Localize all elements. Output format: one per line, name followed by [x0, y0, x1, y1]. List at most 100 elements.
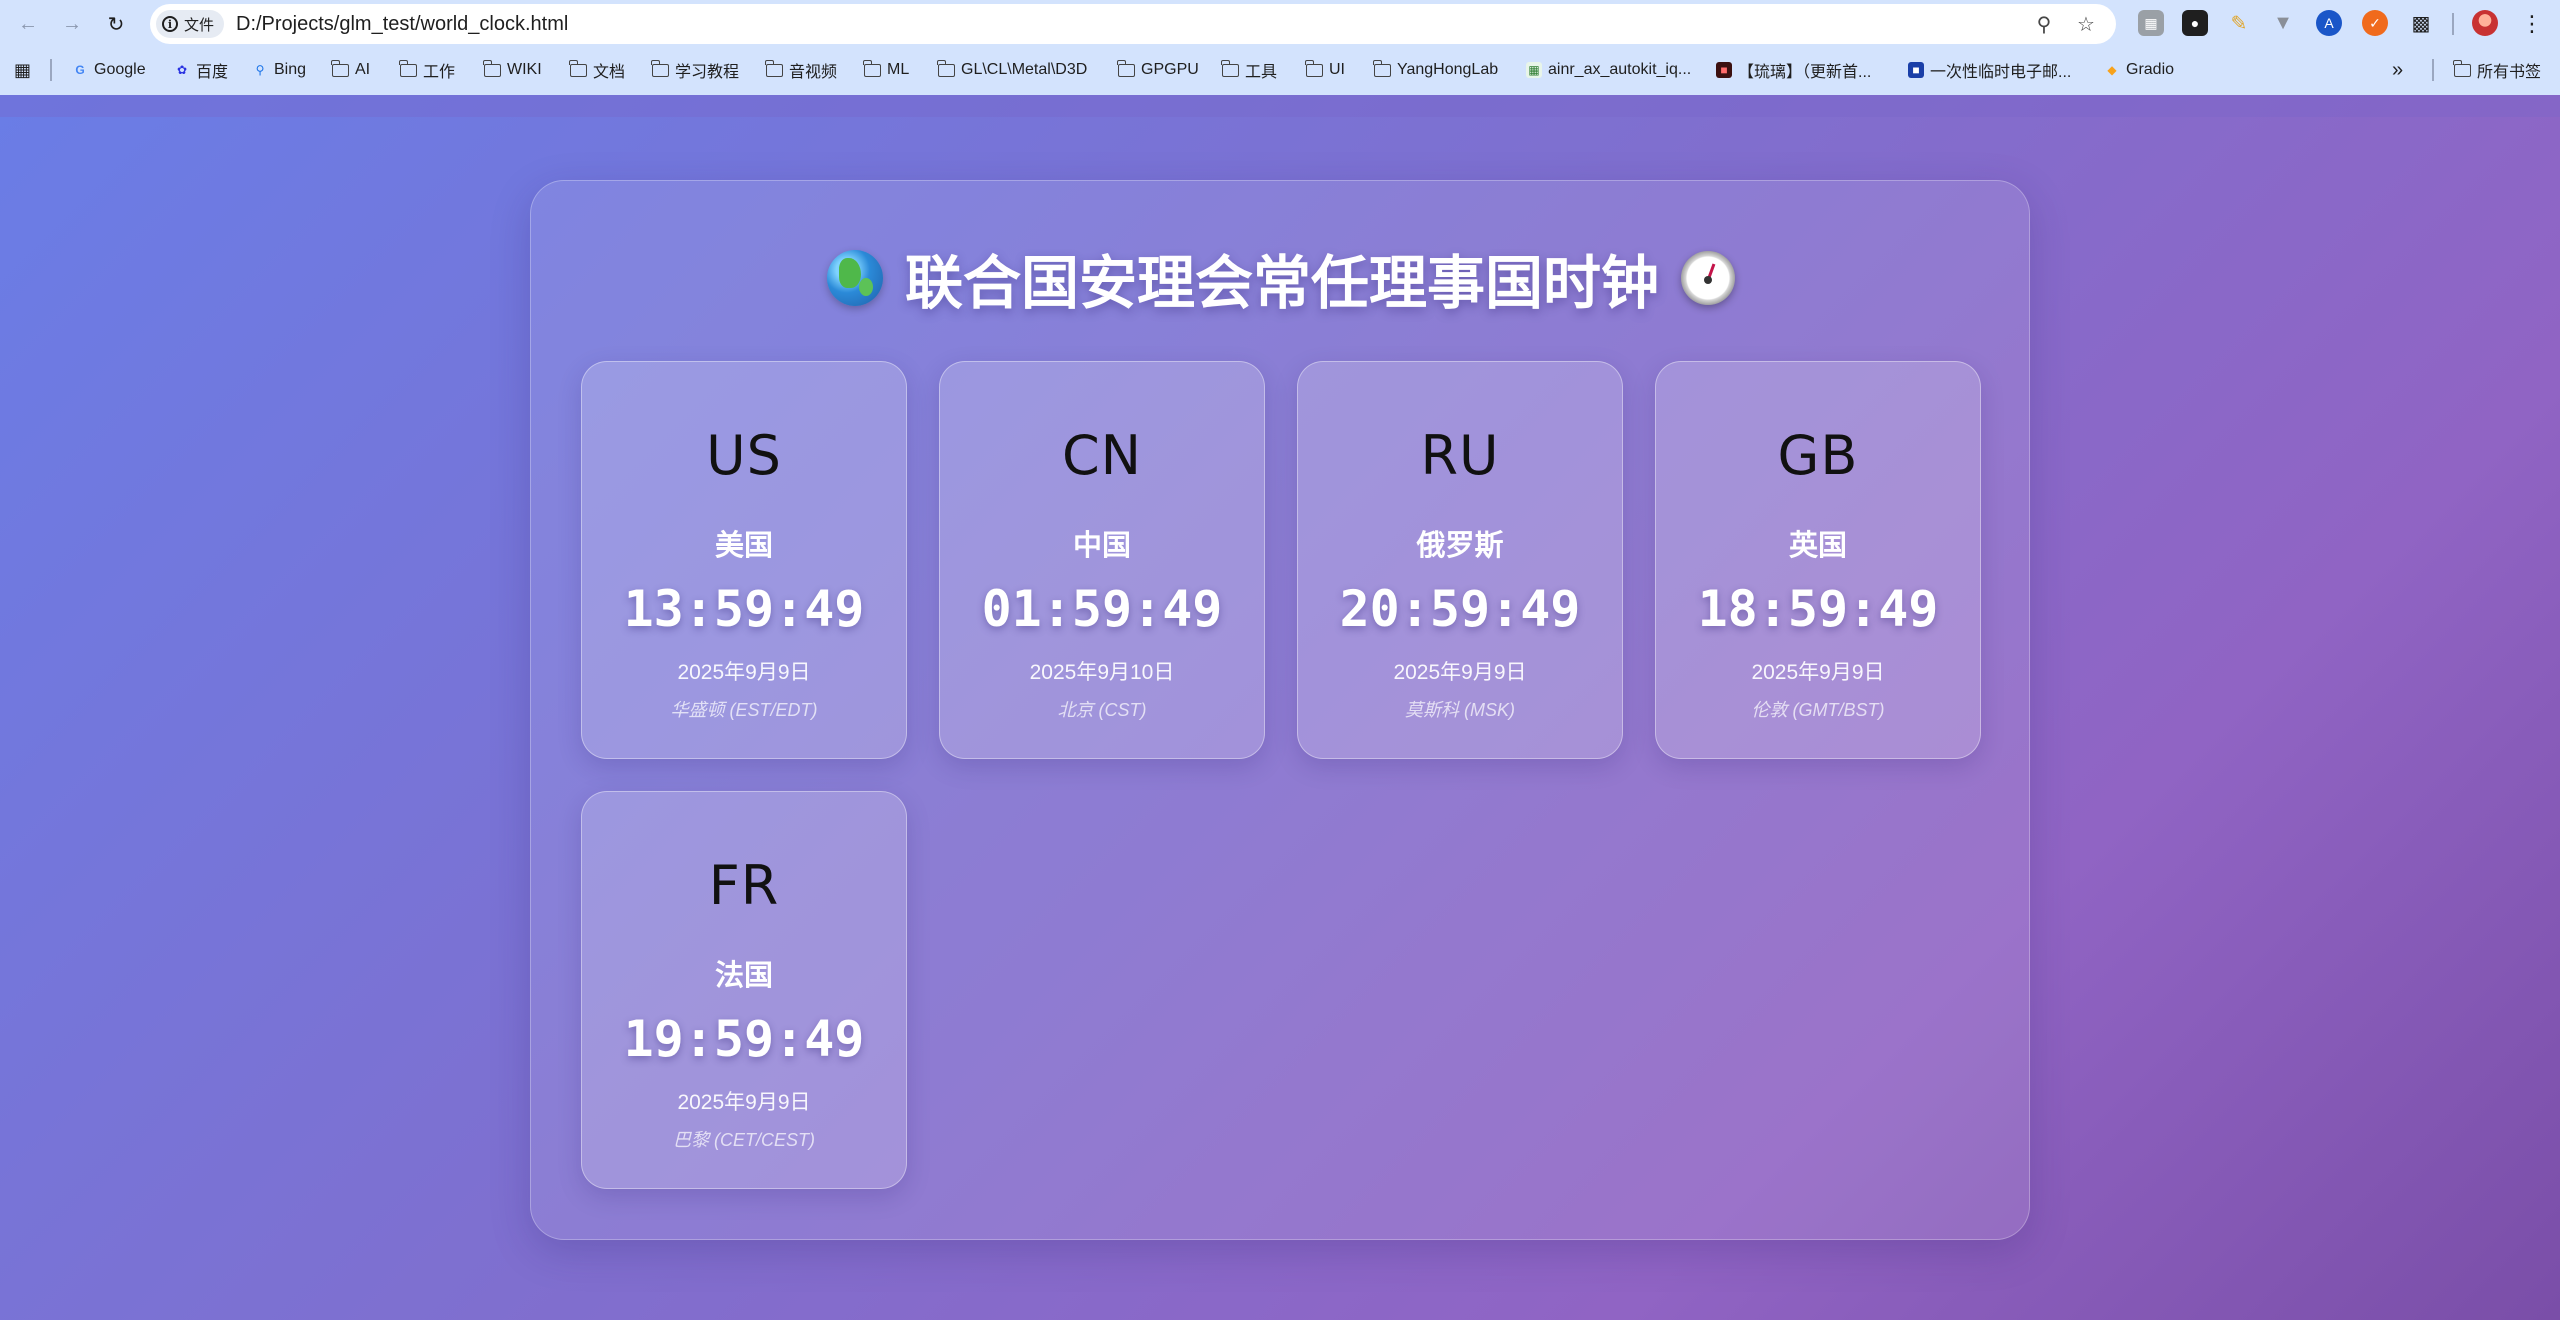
country-code: GB — [1777, 424, 1859, 487]
bookmark-label: 工作 — [423, 64, 456, 81]
timezone-label: 巴黎 (CET/CEST) — [673, 1130, 815, 1150]
url-text[interactable]: D:/Projects/glm_test/world_clock.html — [236, 13, 568, 36]
bing-icon: ⚲ — [255, 63, 265, 77]
folder-icon — [399, 59, 417, 77]
clock-date: 2025年9月9日 — [677, 661, 811, 684]
bookmark-folder[interactable]: YangHongLab — [1373, 56, 1499, 84]
bookmark-folder[interactable]: GL\CL\Metal\D3D — [937, 56, 1087, 84]
site-icon: ■ — [1908, 62, 1924, 78]
bookmark-label: 学习教程 — [675, 64, 740, 81]
country-name: 俄罗斯 — [1416, 530, 1504, 562]
bookmark-label: UI — [1329, 61, 1345, 78]
clock-date: 2025年9月10日 — [1029, 661, 1175, 684]
timezone-label: 莫斯科 (MSK) — [1405, 700, 1515, 720]
arrow-right-icon: → — [62, 12, 82, 35]
bookmark-item[interactable]: ✿ 百度 — [174, 56, 228, 84]
folder-icon — [1117, 59, 1135, 77]
extension-brush-icon[interactable]: ✎ — [2226, 10, 2252, 36]
bookmark-folder[interactable]: 文档 — [569, 56, 626, 84]
bookmark-label: YangHongLab — [1397, 61, 1499, 78]
reload-button[interactable]: ↻ — [100, 8, 132, 40]
toolbar-divider — [2452, 13, 2454, 35]
folder-icon — [1221, 59, 1239, 77]
bookmark-label: 【琉璃】（更新首... — [1738, 64, 1872, 81]
browser-menu-button[interactable]: ⋮ — [2520, 8, 2544, 40]
bookmark-folder[interactable]: GPGPU — [1117, 56, 1199, 84]
bookmark-item[interactable]: ◆ Gradio — [2104, 56, 2174, 84]
all-bookmarks-folder[interactable]: 所有书签 — [2453, 56, 2542, 84]
page-viewport: 联合国安理会常任理事国时钟 US 美国 13:59:49 2025年9月9日 华… — [0, 95, 2560, 1320]
more-bookmarks-button[interactable]: » — [2392, 56, 2403, 84]
browser-toolbar: ← → ↻ i 文件 D:/Projects/glm_test/world_cl… — [0, 0, 2560, 48]
timezone-label: 北京 (CST) — [1057, 700, 1147, 720]
bookmark-label: 文档 — [593, 64, 626, 81]
bookmark-item[interactable]: ▦ ainr_ax_autokit_iq... — [1526, 56, 1691, 84]
extension-image-icon[interactable]: ▦ — [2138, 10, 2164, 36]
bookmark-label: AI — [355, 61, 371, 78]
bookmark-folder[interactable]: 学习教程 — [651, 56, 740, 84]
forward-button[interactable]: → — [56, 8, 88, 40]
bookmark-label: GPGPU — [1141, 61, 1199, 78]
bookmark-item[interactable]: ■ 【琉璃】（更新首... — [1716, 56, 1871, 84]
bookmark-folder[interactable]: AI — [331, 56, 371, 84]
clock-time: 18:59:49 — [1697, 580, 1939, 638]
page-title-text: 联合国安理会常任理事国时钟 — [904, 251, 1659, 316]
site-icon: ■ — [1716, 62, 1732, 78]
baidu-icon: ✿ — [176, 63, 188, 77]
country-code: US — [706, 424, 782, 487]
bookmark-label: 工具 — [1245, 64, 1278, 81]
bookmark-folder[interactable]: WIKI — [483, 56, 542, 84]
extensions-puzzle-icon[interactable]: ▩ — [2408, 10, 2434, 36]
gradio-icon: ◆ — [2107, 63, 2117, 77]
bookmark-item[interactable]: G Google — [72, 56, 146, 84]
clock-card-fr: FR 法国 19:59:49 2025年9月9日 巴黎 (CET/CEST) — [581, 791, 907, 1189]
clock-time: 19:59:49 — [623, 1010, 865, 1068]
folder-icon — [863, 59, 881, 77]
google-icon: G — [75, 63, 85, 77]
folder-icon — [2453, 59, 2471, 77]
country-name: 中国 — [1072, 530, 1131, 562]
bookmark-label: Google — [94, 61, 146, 78]
clock-card-cn: CN 中国 01:59:49 2025年9月10日 北京 (CST) — [939, 361, 1265, 759]
folder-icon — [1373, 59, 1391, 77]
apps-grid-icon: ▦ — [14, 59, 32, 80]
extension-game-icon[interactable]: ● — [2182, 10, 2208, 36]
extension-orange-icon[interactable]: ✓ — [2362, 10, 2388, 36]
clock-time: 20:59:49 — [1339, 580, 1581, 638]
address-bar[interactable]: i 文件 D:/Projects/glm_test/world_clock.ht… — [150, 4, 2116, 44]
country-code: RU — [1420, 424, 1500, 487]
bookmark-folder[interactable]: 音视频 — [765, 56, 838, 84]
bookmark-label: Bing — [274, 61, 307, 78]
folder-icon — [765, 59, 783, 77]
page-top-band — [0, 95, 2560, 117]
avatar[interactable] — [2472, 10, 2498, 36]
country-code: CN — [1061, 424, 1143, 487]
clock-date: 2025年9月9日 — [1393, 661, 1527, 684]
clock-time: 13:59:49 — [623, 580, 865, 638]
extension-vue-icon[interactable]: ▼ — [2270, 10, 2296, 36]
bookmark-folder[interactable]: UI — [1305, 56, 1345, 84]
back-button[interactable]: ← — [12, 8, 44, 40]
site-info-chip[interactable]: i 文件 — [156, 10, 225, 38]
apps-button[interactable]: ▦ — [14, 56, 31, 84]
more-vertical-icon: ⋮ — [2521, 11, 2543, 36]
stopwatch-icon — [1681, 251, 1735, 305]
clock-date: 2025年9月9日 — [677, 1091, 811, 1114]
bookmark-label: 所有书签 — [2477, 64, 2542, 81]
bookmark-label: WIKI — [507, 61, 542, 78]
browser-chrome: ← → ↻ i 文件 D:/Projects/glm_test/world_cl… — [0, 0, 2560, 95]
bookmark-folder[interactable]: ML — [863, 56, 909, 84]
folder-icon — [937, 59, 955, 77]
site-icon: ▦ — [1526, 62, 1542, 78]
arrow-left-icon: ← — [18, 12, 38, 35]
bookmark-folder[interactable]: 工作 — [399, 56, 456, 84]
bookmark-item[interactable]: ⚲ Bing — [252, 56, 306, 84]
timezone-label: 伦敦 (GMT/BST) — [1751, 700, 1885, 720]
bookmark-folder[interactable]: 工具 — [1221, 56, 1278, 84]
extension-a-icon[interactable]: A — [2316, 10, 2342, 36]
star-icon[interactable]: ☆ — [2074, 12, 2098, 36]
bookmarks-bar: ▦ G Google ✿ 百度 ⚲ Bing AI 工作 WIKI 文档 学习教程 音… — [0, 56, 2560, 84]
bookmark-item[interactable]: ■ 一次性临时电子邮... — [1908, 56, 2071, 84]
zoom-icon[interactable]: ⚲ — [2032, 12, 2056, 36]
bookmark-label: 音视频 — [789, 64, 838, 81]
